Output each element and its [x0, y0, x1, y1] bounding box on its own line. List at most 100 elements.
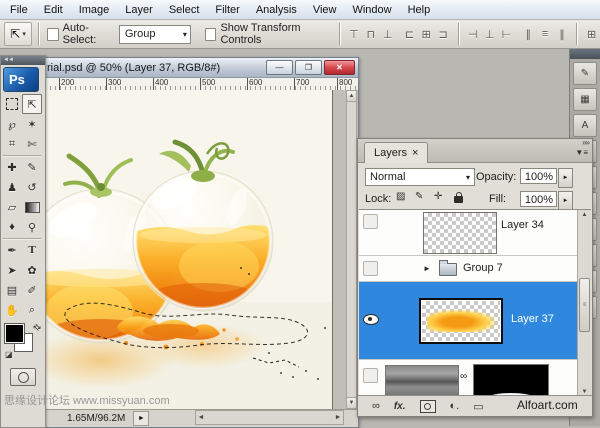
align-top-edges-button[interactable]: ⊤: [347, 26, 362, 42]
menu-select[interactable]: Select: [161, 2, 208, 18]
menu-analysis[interactable]: Analysis: [248, 2, 305, 18]
scrollbar-thumb[interactable]: ≡: [579, 278, 590, 332]
canvas[interactable]: [31, 90, 333, 409]
lock-pixels-icon[interactable]: ✎: [415, 191, 423, 202]
layer-row-layer34[interactable]: Layer 34: [359, 210, 591, 256]
tab-layers[interactable]: Layers ×: [364, 142, 428, 163]
layer-name[interactable]: Group 7: [463, 262, 503, 274]
align-left-edges-button[interactable]: ⊏: [402, 26, 417, 42]
visibility-toggle[interactable]: [363, 214, 378, 229]
menu-layer[interactable]: Layer: [117, 2, 161, 18]
layers-scrollbar[interactable]: ▲ ≡ ▼: [577, 210, 591, 397]
menu-help[interactable]: Help: [400, 2, 439, 18]
distribute-left-edges-button[interactable]: ∥: [521, 26, 536, 42]
layer-thumbnail[interactable]: [385, 365, 459, 397]
hand-tool[interactable]: ✋: [2, 300, 22, 320]
layer-row-group7[interactable]: ► Group 7: [359, 256, 591, 282]
character-panel-icon[interactable]: A: [573, 114, 597, 137]
scroll-up-icon[interactable]: ▲: [578, 210, 591, 220]
lock-position-icon[interactable]: ✛: [434, 191, 442, 202]
magic-wand-tool[interactable]: ✶: [22, 114, 42, 134]
brushes-panel-icon[interactable]: ✎: [573, 62, 597, 85]
visibility-toggle[interactable]: [363, 261, 378, 276]
collapse-to-icons-icon[interactable]: »»: [582, 138, 589, 147]
distribute-bottom-edges-button[interactable]: ⊢: [499, 26, 514, 42]
opacity-input[interactable]: 100%: [520, 168, 557, 184]
layer-name[interactable]: Layer 37: [511, 313, 554, 325]
fill-arrow-button[interactable]: ►: [558, 191, 573, 211]
gradient-tool[interactable]: [22, 197, 42, 217]
blur-tool[interactable]: ♦: [2, 217, 22, 237]
clone-source-panel-icon[interactable]: ▦: [573, 88, 597, 111]
eye-icon[interactable]: [363, 314, 379, 325]
lasso-tool[interactable]: ℘: [2, 114, 22, 134]
custom-shape-tool[interactable]: ✿: [22, 260, 42, 280]
eraser-tool[interactable]: ▱: [2, 197, 22, 217]
expand-group-icon[interactable]: ►: [423, 264, 431, 273]
panel-menu-icon[interactable]: ▼≡: [575, 148, 588, 157]
layer-mask-thumbnail[interactable]: [473, 364, 549, 397]
move-tool[interactable]: ⇱: [22, 94, 42, 114]
dock-header[interactable]: [570, 48, 600, 59]
align-bottom-edges-button[interactable]: ⊥: [380, 26, 395, 42]
lock-all-icon[interactable]: [454, 196, 463, 203]
adjustment-layer-icon[interactable]: ◐.: [450, 400, 460, 412]
close-button[interactable]: ✕: [324, 60, 355, 75]
add-layer-mask-icon[interactable]: [420, 400, 436, 413]
minimize-button[interactable]: —: [266, 60, 293, 75]
link-layers-icon[interactable]: ∞: [372, 400, 380, 412]
align-right-edges-button[interactable]: ⊐: [436, 26, 451, 42]
auto-align-layers-button[interactable]: ⊞: [584, 26, 599, 42]
toolbox-grip[interactable]: ◄◄: [1, 56, 45, 65]
eyedropper-tool[interactable]: ✐: [22, 280, 42, 300]
mask-link-icon[interactable]: ∞: [460, 371, 467, 382]
clone-stamp-tool[interactable]: ♟: [2, 177, 22, 197]
rectangular-marquee-tool[interactable]: [2, 94, 22, 114]
document-title-bar[interactable]: rial.psd @ 50% (Layer 37, RGB/8#) — ❐ ✕: [25, 58, 358, 78]
align-horizontal-centers-button[interactable]: ⊞: [419, 26, 434, 42]
vertical-scrollbar[interactable]: ▲ ▼: [346, 90, 357, 409]
default-colors-icon[interactable]: ◪: [5, 350, 13, 359]
opacity-arrow-button[interactable]: ►: [558, 168, 573, 188]
maximize-button[interactable]: ❐: [295, 60, 322, 75]
visibility-toggle[interactable]: [363, 368, 378, 383]
layer-thumbnail[interactable]: [421, 300, 501, 342]
zoom-tool[interactable]: ⌕: [22, 300, 42, 320]
menu-window[interactable]: Window: [344, 2, 399, 18]
history-brush-tool[interactable]: ↺: [22, 177, 42, 197]
tab-close-icon[interactable]: ×: [412, 147, 418, 159]
move-tool-preset-button[interactable]: ⇱ ▾: [4, 22, 32, 46]
blend-mode-select[interactable]: Normal ▾: [365, 168, 475, 186]
healing-brush-tool[interactable]: ✚: [2, 157, 22, 177]
align-vertical-centers-button[interactable]: ⊓: [363, 26, 378, 42]
layer-row-masked[interactable]: ∞: [359, 360, 591, 397]
lock-transparency-icon[interactable]: ▨: [396, 191, 405, 202]
menu-file[interactable]: File: [2, 2, 36, 18]
foreground-color-swatch[interactable]: [5, 324, 24, 343]
scroll-up-icon[interactable]: ▲: [347, 91, 356, 102]
distribute-top-edges-button[interactable]: ⊣: [465, 26, 480, 42]
menu-image[interactable]: Image: [71, 2, 118, 18]
dodge-tool[interactable]: ⚲: [22, 217, 42, 237]
menu-view[interactable]: View: [305, 2, 345, 18]
layer-name[interactable]: Layer 34: [501, 219, 544, 231]
slice-tool[interactable]: ✄: [22, 134, 42, 154]
pen-tool[interactable]: ✒: [2, 240, 22, 260]
horizontal-scrollbar[interactable]: ◄ ►: [195, 410, 344, 425]
show-transform-checkbox[interactable]: [205, 28, 217, 41]
new-group-icon[interactable]: ▭: [473, 400, 483, 413]
menu-filter[interactable]: Filter: [207, 2, 247, 18]
status-flyout-button[interactable]: ►: [133, 411, 149, 426]
distribute-vertical-centers-button[interactable]: ⊥: [482, 26, 497, 42]
path-selection-tool[interactable]: ➤: [2, 260, 22, 280]
type-tool[interactable]: T: [22, 240, 42, 260]
scroll-down-icon[interactable]: ▼: [347, 397, 356, 408]
layer-thumbnail[interactable]: [423, 212, 497, 254]
auto-select-checkbox[interactable]: [47, 28, 59, 41]
auto-select-dropdown[interactable]: Group ▾: [119, 25, 191, 44]
scroll-left-icon[interactable]: ◄: [196, 411, 206, 424]
quick-mask-button[interactable]: [10, 368, 36, 386]
brush-tool[interactable]: ✎: [22, 157, 42, 177]
distribute-right-edges-button[interactable]: ∥: [555, 26, 570, 42]
layer-row-layer37-selected[interactable]: Layer 37: [359, 282, 591, 360]
